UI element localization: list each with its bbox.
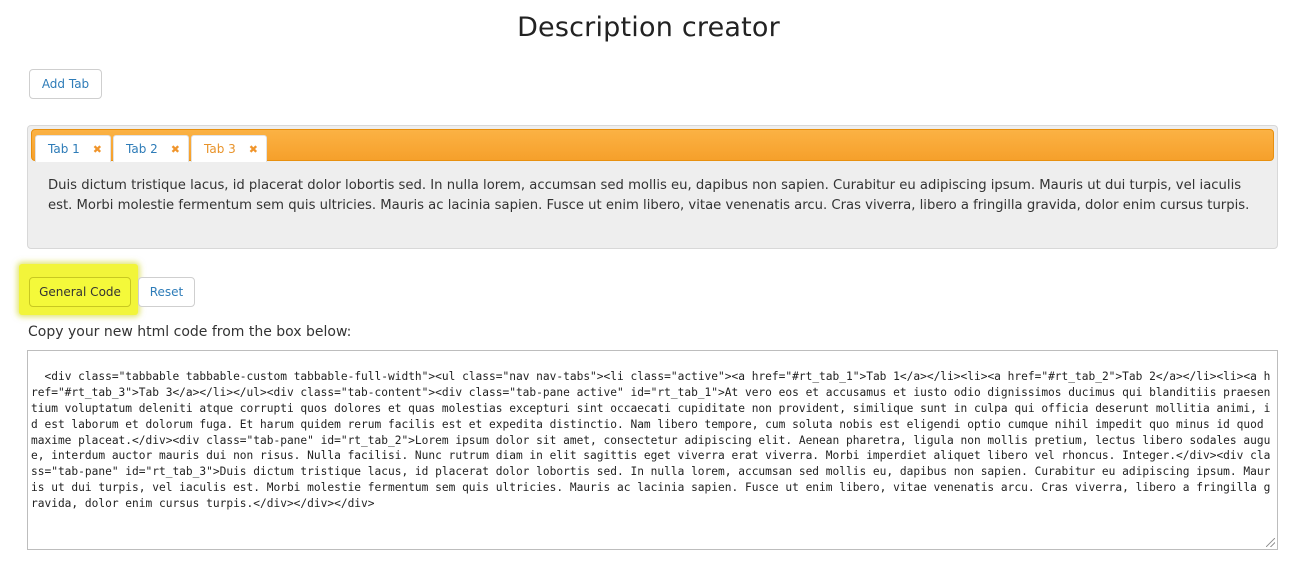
generate-code-button[interactable]: General Code: [29, 277, 131, 307]
tab-3[interactable]: Tab 3 ✖: [191, 135, 267, 162]
reset-button[interactable]: Reset: [138, 277, 195, 307]
code-output-textarea[interactable]: <div class="tabbable tabbable-custom tab…: [27, 350, 1278, 550]
tab-label: Tab 1: [48, 142, 80, 156]
page-title: Description creator: [517, 12, 780, 43]
tab-2[interactable]: Tab 2 ✖: [113, 135, 189, 162]
close-icon[interactable]: ✖: [171, 143, 180, 156]
tab-panel: Tab 1 ✖ Tab 2 ✖ Tab 3 ✖ Duis dictum tris…: [27, 125, 1278, 249]
code-output-text: <div class="tabbable tabbable-custom tab…: [31, 369, 1271, 511]
tab-content: Duis dictum tristique lacus, id placerat…: [48, 178, 1250, 213]
tab-bar: Tab 1 ✖ Tab 2 ✖ Tab 3 ✖: [31, 129, 1274, 162]
tab-1[interactable]: Tab 1 ✖: [35, 135, 111, 162]
add-tab-button[interactable]: Add Tab: [29, 69, 102, 99]
close-icon[interactable]: ✖: [93, 143, 102, 156]
output-label: Copy your new html code from the box bel…: [28, 324, 352, 340]
tab-label: Tab 3: [204, 142, 236, 156]
close-icon[interactable]: ✖: [249, 143, 258, 156]
tab-label: Tab 2: [126, 142, 158, 156]
resize-handle-icon[interactable]: [1266, 538, 1275, 547]
